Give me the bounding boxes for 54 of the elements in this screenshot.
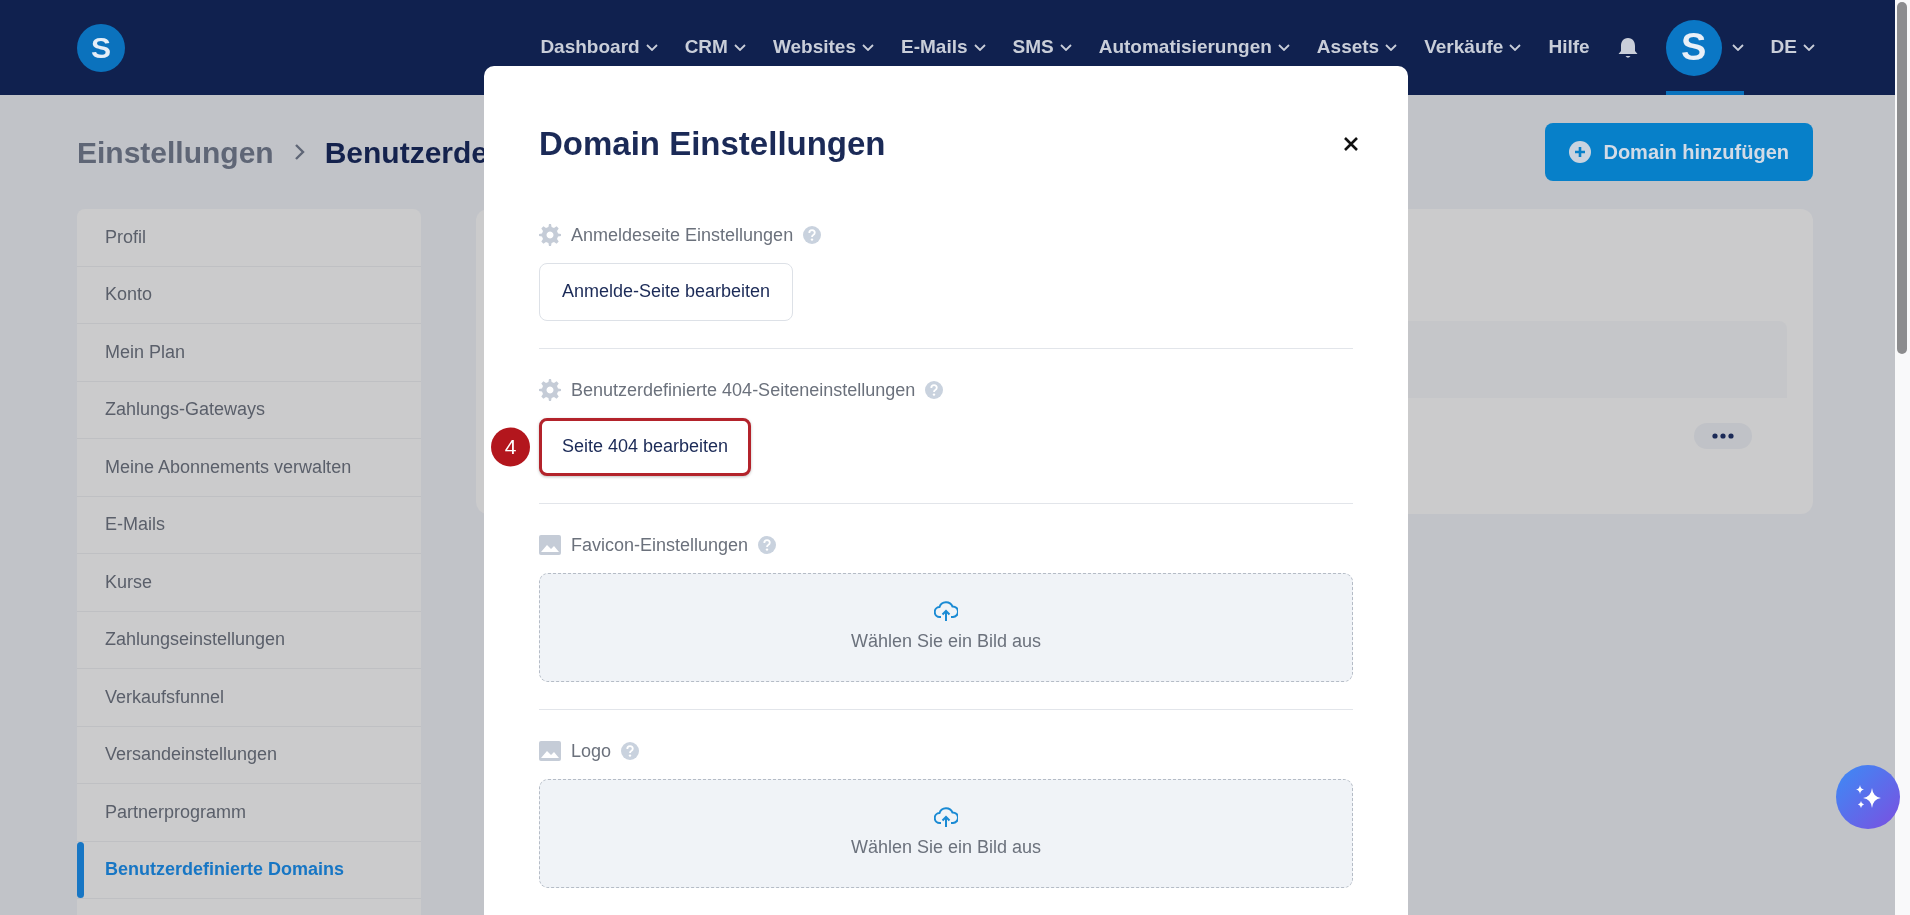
sidebar-item[interactable]: E-Mails — [77, 496, 421, 554]
sidebar-item[interactable]: Konto — [77, 266, 421, 324]
modal-title: Domain Einstellungen — [539, 124, 886, 164]
sidebar-item[interactable]: Kurse — [77, 554, 421, 612]
active-indicator — [77, 841, 84, 898]
add-domain-button[interactable]: Domain hinzufügen — [1545, 123, 1813, 181]
nav-menu-item[interactable]: Dashboard — [540, 33, 658, 62]
sidebar-item[interactable]: Benutzerdefinierte Domains — [77, 841, 421, 899]
scrollbar-thumb[interactable] — [1897, 2, 1907, 354]
nav-menu-item[interactable]: Websites — [772, 33, 874, 62]
cloud-upload-icon — [934, 599, 958, 622]
section-label: Benutzerdefinierte 404-Seiteneinstellungen — [571, 378, 916, 402]
step-badge: 4 — [491, 427, 530, 467]
sidebar-item[interactable]: Partnerprogramm — [77, 784, 421, 842]
chevron-down-icon[interactable] — [1731, 44, 1744, 51]
nav-menu-item[interactable]: E-Mails — [901, 33, 986, 62]
nav-menu-item[interactable]: Verkäufe — [1424, 33, 1522, 62]
nav-menu-item[interactable]: CRM — [684, 33, 746, 62]
edit-page-button[interactable]: Seite 404 bearbeiten — [539, 417, 752, 476]
image-icon — [539, 741, 561, 762]
gear-icon — [539, 379, 561, 402]
sidebar-item[interactable]: Verkaufsfunnel — [77, 669, 421, 727]
sidebar-item[interactable]: Zahlungs-Gateways — [77, 381, 421, 439]
ellipsis-icon — [1712, 433, 1734, 439]
nav-menu-item[interactable]: Hilfe — [1548, 33, 1590, 62]
section-label: Logo — [571, 739, 612, 763]
chevron-right-icon — [293, 143, 305, 161]
section-label: Favicon-Einstellungen — [571, 533, 749, 557]
cloud-upload-icon — [934, 805, 958, 828]
sidebar-item[interactable]: Versandeinstellungen — [77, 726, 421, 784]
nav-menu-item[interactable]: Assets — [1316, 33, 1398, 62]
breadcrumb-link[interactable]: Einstellungen — [77, 129, 274, 175]
close-icon — [1343, 135, 1359, 152]
plus-circle-icon — [1569, 141, 1592, 163]
logo[interactable]: S — [77, 23, 125, 72]
user-avatar[interactable]: S — [1665, 19, 1722, 76]
sidebar-item[interactable]: Zahlungseinstellungen — [77, 611, 421, 669]
image-upload-area[interactable]: Wählen Sie ein Bild aus — [539, 572, 1353, 682]
section-label: Anmeldeseite Einstellungen — [571, 223, 794, 247]
sidebar-item[interactable]: Meine Abonnements verwalten — [77, 439, 421, 497]
scrollbar[interactable] — [1895, 0, 1910, 915]
nav-menu-item[interactable]: SMS — [1012, 33, 1072, 62]
image-icon — [539, 535, 561, 556]
sidebar-item[interactable]: Profil — [77, 209, 421, 267]
more-options-button[interactable] — [1694, 423, 1752, 449]
edit-page-button[interactable]: Anmelde-Seite bearbeiten — [539, 262, 794, 321]
chevron-down-icon — [1803, 44, 1815, 51]
nav-menu-item[interactable]: Automatisierungen — [1098, 33, 1290, 62]
gear-icon — [539, 224, 561, 247]
bell-icon[interactable] — [1616, 36, 1639, 59]
language-selector[interactable]: DE — [1770, 33, 1815, 62]
image-upload-area[interactable]: Wählen Sie ein Bild aus — [539, 778, 1353, 888]
page-title: Benutzerde — [324, 134, 489, 171]
sidebar-item[interactable]: Mein Plan — [77, 324, 421, 382]
